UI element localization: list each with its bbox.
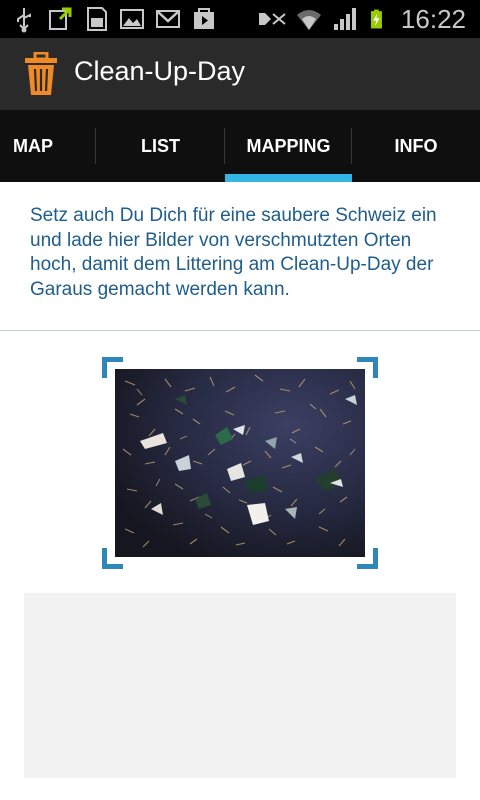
- notification-icons: [10, 4, 218, 34]
- sd-card-icon: [87, 7, 107, 31]
- trash-can-icon[interactable]: [22, 52, 60, 96]
- app-title: Clean-Up-Day: [74, 56, 246, 86]
- status-bar: 16:22: [0, 0, 480, 38]
- gallery-icon: [120, 9, 144, 29]
- usb-icon: [17, 8, 31, 33]
- clock: 16:22: [400, 3, 466, 34]
- selected-tab-indicator: [225, 174, 352, 182]
- photo-picker[interactable]: [102, 357, 378, 569]
- tab-label: MAP: [13, 135, 53, 156]
- tab-label: LIST: [141, 135, 180, 156]
- system-icons: 16:22: [253, 4, 466, 34]
- play-store-icon: [194, 8, 214, 29]
- action-bar: Clean-Up-Day: [0, 38, 480, 110]
- signal-icon: [333, 8, 356, 30]
- gmail-icon: [156, 10, 180, 28]
- tab-list[interactable]: LIST: [96, 110, 225, 182]
- tab-map[interactable]: MAP: [0, 110, 96, 182]
- battery-icon: [370, 9, 382, 29]
- intro-text: Setz auch Du Dich für eine saubere Schwe…: [30, 205, 437, 300]
- tab-label: MAPPING: [246, 135, 331, 156]
- tab-mapping[interactable]: MAPPING: [225, 110, 352, 182]
- tab-bar: MAP LIST MAPPING INFO: [0, 110, 480, 182]
- download-icon: [49, 7, 72, 30]
- divider: [0, 330, 480, 331]
- content-panel: [24, 593, 456, 778]
- wifi-icon: [296, 10, 321, 30]
- mute-icon: [258, 13, 286, 25]
- tab-info[interactable]: INFO: [352, 110, 480, 182]
- litter-photo[interactable]: [115, 369, 365, 557]
- tab-label: INFO: [394, 135, 438, 156]
